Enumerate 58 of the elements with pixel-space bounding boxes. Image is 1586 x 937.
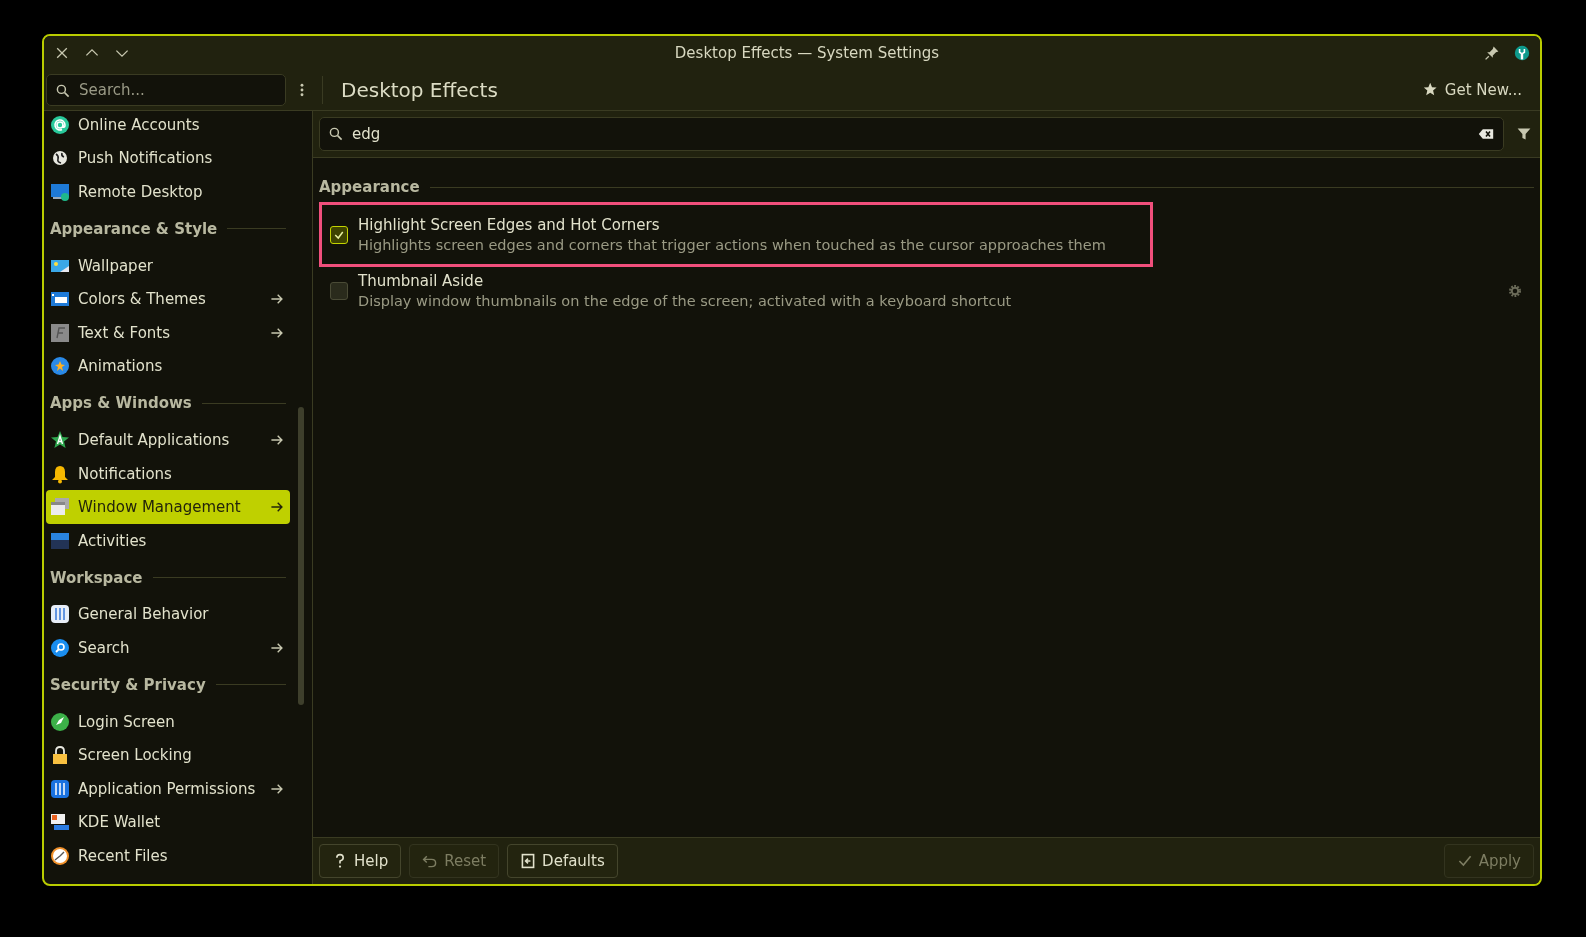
sidebar-item[interactable]: Remote Desktop bbox=[46, 175, 290, 209]
sidebar-item[interactable]: Wallpaper bbox=[46, 248, 290, 283]
sliders-icon bbox=[50, 778, 70, 799]
sidebar-item[interactable]: Colors & Themes bbox=[46, 282, 290, 316]
panel-icon bbox=[50, 530, 70, 551]
sliders-icon bbox=[50, 604, 70, 625]
star-icon bbox=[1422, 82, 1439, 98]
sidebar-item[interactable]: Default Applications bbox=[46, 423, 290, 457]
sidebar-item[interactable]: Online Accounts bbox=[46, 108, 290, 142]
effect-description: Display window thumbnails on the edge of the screen; activated with a keyboard shortcut bbox=[358, 293, 1013, 309]
effect-name: Thumbnail Aside bbox=[358, 272, 485, 290]
sidebar-item[interactable]: Window Management bbox=[46, 490, 290, 524]
card-icon bbox=[50, 812, 70, 833]
sidebar-item[interactable]: Animations bbox=[46, 349, 290, 384]
defaults-button[interactable]: Defaults bbox=[507, 844, 618, 878]
section-heading: Workspace bbox=[50, 568, 143, 587]
undo-icon bbox=[422, 853, 439, 869]
section-heading: Appearance & Style bbox=[50, 219, 218, 238]
section-heading: Apps & Windows bbox=[50, 394, 192, 413]
pin-icon[interactable] bbox=[1484, 45, 1500, 61]
sidebar-item[interactable]: General Behavior bbox=[46, 597, 290, 632]
sidebar-item[interactable]: Activities bbox=[46, 523, 290, 558]
window-title: Desktop Effects — System Settings bbox=[673, 44, 941, 62]
sidebar-item[interactable]: Text & Fonts bbox=[46, 315, 290, 350]
checkbox[interactable] bbox=[330, 281, 348, 300]
effect-name: Highlight Screen Edges and Hot Corners bbox=[358, 216, 661, 234]
settings-icon[interactable] bbox=[1507, 282, 1523, 299]
group-heading: Appearance bbox=[319, 178, 420, 196]
clear-icon[interactable] bbox=[1478, 126, 1494, 142]
search-field[interactable]: Search... bbox=[46, 74, 286, 106]
at-sign-icon bbox=[50, 114, 70, 135]
lock-icon bbox=[50, 745, 70, 766]
search-icon bbox=[328, 126, 344, 142]
help-button[interactable]: Help bbox=[319, 844, 402, 878]
sidebar-item[interactable]: Application Permissions bbox=[46, 771, 290, 806]
star-badge-icon bbox=[50, 429, 70, 450]
section-heading: Security & Privacy bbox=[50, 675, 206, 694]
sidebar-item[interactable]: Recent Files bbox=[46, 839, 290, 873]
sidebar-item[interactable]: Search bbox=[46, 631, 290, 665]
page-title: Desktop Effects bbox=[341, 78, 499, 102]
windows-icon bbox=[50, 497, 70, 518]
monitor-icon bbox=[50, 182, 70, 202]
sidebar-item[interactable]: Notifications bbox=[46, 456, 290, 491]
filter-field[interactable]: edg bbox=[319, 117, 1504, 151]
check-icon bbox=[1456, 853, 1473, 869]
effect-description: Highlights screen edges and corners that trigger actions when touched as the cursor approaches them bbox=[358, 237, 1107, 253]
close-icon[interactable] bbox=[54, 45, 70, 61]
bell-icon bbox=[50, 463, 70, 484]
font-icon bbox=[50, 322, 70, 343]
search-icon bbox=[55, 83, 71, 99]
filter-icon[interactable] bbox=[1516, 126, 1532, 142]
sidebar-item[interactable]: Login Screen bbox=[46, 704, 290, 739]
search-circle-icon bbox=[50, 637, 70, 658]
sidebar-item[interactable]: KDE Wallet bbox=[46, 805, 290, 840]
scrollbar[interactable] bbox=[298, 407, 304, 705]
get-new-button[interactable]: Get New... bbox=[1416, 80, 1528, 100]
sidebar-item[interactable]: Screen Locking bbox=[46, 738, 290, 772]
sidebar-item[interactable]: Push Notifications bbox=[46, 141, 290, 176]
